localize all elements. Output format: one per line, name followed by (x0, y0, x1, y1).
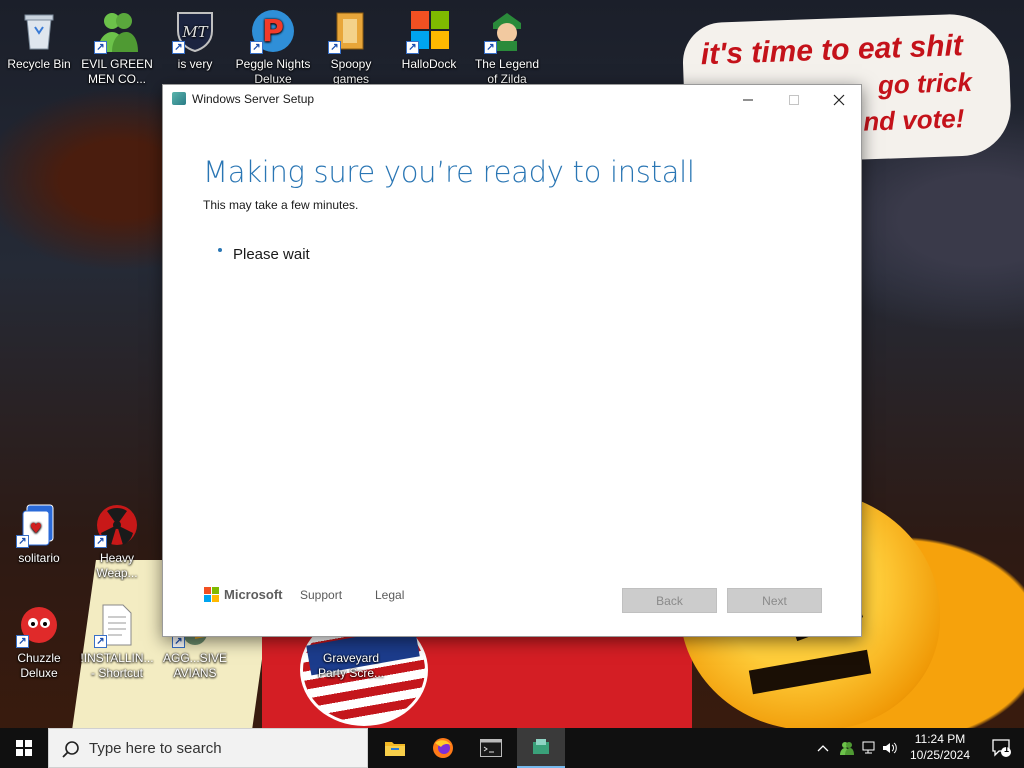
folder-icon (385, 742, 405, 756)
network-icon (862, 741, 875, 754)
maximize-button (771, 85, 817, 115)
desktop-icon-label: The Legend of Zilda (474, 57, 540, 86)
taskbar-terminal[interactable] (467, 728, 515, 768)
taskbar-firefox[interactable] (419, 728, 467, 768)
desktop-icon-label: Graveyard Party Scre... (317, 651, 385, 680)
next-button[interactable]: Next (727, 588, 822, 613)
desktop-icon-label: AGG...SIVE AVIANS (162, 651, 228, 680)
minimize-icon (743, 99, 753, 101)
clock-date: 10/25/2024 (909, 748, 971, 762)
network-tray-button[interactable] (860, 728, 880, 768)
desktop-icon-label: is very (177, 57, 213, 71)
terminal-icon (480, 739, 502, 757)
speaker-icon (883, 742, 897, 754)
desktop-icon-spoopy-games[interactable]: ↗ Spoopy games (312, 8, 390, 87)
microsoft-logo-icon (204, 587, 219, 602)
page-heading: Making sure you’re ready to install (203, 155, 695, 189)
recycle-bin-icon (16, 8, 62, 54)
close-button[interactable] (816, 85, 862, 115)
svg-text:P: P (262, 14, 284, 49)
window-title: Windows Server Setup (192, 92, 315, 106)
desktop-icon-label: !INSTALLIN... - Shortcut (80, 651, 154, 680)
text-document-icon: ↗ (94, 602, 140, 648)
minimize-button[interactable] (725, 85, 771, 115)
clock-time: 11:24 PM (914, 732, 966, 746)
desktop-icon-solitario[interactable]: ♥ ↗ solitario (0, 502, 78, 566)
taskbar-search-box[interactable]: Type here to search (48, 728, 368, 768)
maximize-icon (789, 95, 799, 105)
windows-shield-icon: ↗ (406, 8, 452, 54)
show-hidden-icons-button[interactable] (814, 728, 832, 768)
back-button[interactable]: Back (622, 588, 717, 613)
cards-icon: ♥ ↗ (16, 502, 62, 548)
desktop-icon-label: EVIL GREEN MEN CO... (81, 57, 153, 86)
chuzzle-icon: ↗ (16, 602, 62, 648)
close-icon (833, 94, 845, 106)
desktop-icon-chuzzle-deluxe[interactable]: ↗ Chuzzle Deluxe (0, 602, 78, 681)
legal-link[interactable]: Legal (375, 588, 404, 602)
firefox-icon (433, 738, 453, 758)
desktop-icon-evil-green-men[interactable]: ↗ EVIL GREEN MEN CO... (78, 8, 156, 87)
desktop-icon-installin-shortcut[interactable]: ↗ !INSTALLIN... - Shortcut (78, 602, 156, 681)
desktop-icon-recycle-bin[interactable]: Recycle Bin (0, 8, 78, 72)
taskbar-clock[interactable]: 11:24 PM 10/25/2024 (900, 731, 980, 763)
desktop-icon-label: Chuzzle Deluxe (17, 651, 61, 680)
search-placeholder: Type here to search (89, 740, 222, 757)
green-men-icon: ↗ (94, 8, 140, 54)
shield-logo-icon: MT ↗ (172, 8, 218, 54)
desktop-icon-label: solitario (18, 551, 60, 565)
desktop-icon-heavy-weapon[interactable]: ↗ Heavy Weap... (78, 502, 156, 581)
status-text: Please wait (233, 246, 310, 263)
radiation-icon: ↗ (94, 502, 140, 548)
notification-center-button[interactable]: 1 (980, 728, 1024, 768)
setup-app-icon (172, 92, 186, 105)
svg-text:MT: MT (181, 23, 208, 41)
zilda-character-icon: ↗ (484, 8, 530, 54)
peggle-icon: P ↗ (250, 8, 296, 54)
loading-spinner-icon (218, 248, 222, 252)
tray-app-icon[interactable] (836, 728, 858, 768)
green-men-tray-icon (840, 742, 854, 755)
window-titlebar[interactable]: Windows Server Setup (163, 85, 861, 115)
support-link[interactable]: Support (300, 588, 342, 602)
desktop-icon-is-very[interactable]: MT ↗ is very (156, 8, 234, 72)
desktop-icon-legend-of-zilda[interactable]: ↗ The Legend of Zilda (468, 8, 546, 87)
taskbar-file-explorer[interactable] (371, 728, 419, 768)
notification-count: 1 (1004, 744, 1010, 754)
search-icon (62, 741, 79, 758)
desktop-icon-label: Recycle Bin (7, 57, 71, 71)
volume-tray-button[interactable] (880, 728, 900, 768)
desktop-icon-label: HalloDock (401, 57, 457, 71)
chevron-up-icon (817, 745, 829, 752)
setup-app-icon (533, 739, 549, 754)
microsoft-brand-text: Microsoft (224, 587, 283, 602)
taskbar-windows-server-setup[interactable] (517, 728, 565, 768)
desktop-icon-peggle-nights[interactable]: P ↗ Peggle Nights Deluxe (234, 8, 312, 87)
windows-logo-icon (16, 740, 32, 756)
taskbar: Type here to search 11:24 PM 10/25/2024 … (0, 728, 1024, 768)
notification-icon (992, 739, 1011, 757)
desktop-icon-label: Heavy Weap... (96, 551, 138, 580)
desktop-icon-label: Peggle Nights Deluxe (235, 57, 311, 86)
setup-window: Windows Server Setup Making sure you’re … (162, 84, 862, 637)
svg-text:♥: ♥ (30, 521, 43, 537)
start-button[interactable] (0, 728, 48, 768)
desktop-icon-label: Spoopy games (330, 57, 372, 86)
page-subtext: This may take a few minutes. (203, 198, 359, 212)
folder-icon: ↗ (328, 8, 374, 54)
desktop-icon-hallodock[interactable]: ↗ HalloDock (390, 8, 468, 72)
